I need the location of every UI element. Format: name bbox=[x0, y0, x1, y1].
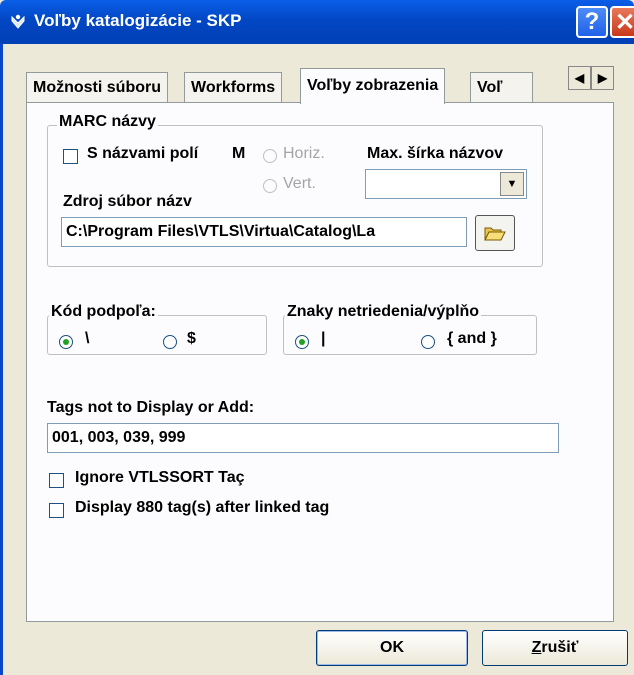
horiz-label: Horiz. bbox=[283, 145, 325, 162]
close-button[interactable]: ✕ bbox=[610, 6, 634, 38]
nonfiling-pipe-label: | bbox=[321, 330, 326, 347]
max-width-combo[interactable]: ▼ bbox=[365, 169, 527, 199]
display-880-checkbox[interactable] bbox=[49, 503, 64, 518]
horiz-radio[interactable] bbox=[263, 149, 277, 163]
window-title: Voľby katalogizácie - SKP bbox=[34, 11, 242, 30]
subfield-legend: Kód podpoľa: bbox=[49, 303, 158, 321]
display-880-label: Display 880 tag(s) after linked tag bbox=[75, 499, 330, 516]
folder-open-icon bbox=[484, 227, 506, 241]
app-icon bbox=[11, 14, 25, 29]
source-file-input[interactable]: C:\Program Files\VTLS\Virtua\Catalog\La bbox=[61, 217, 467, 247]
nonfiling-braces-radio[interactable] bbox=[421, 335, 435, 349]
nonfiling-legend: Znaky netriedenia/výplňo bbox=[285, 303, 482, 321]
tags-label: Tags not to Display or Add: bbox=[47, 399, 255, 416]
vert-radio[interactable] bbox=[263, 179, 277, 193]
chevron-down-icon[interactable]: ▼ bbox=[500, 172, 524, 196]
tab-more[interactable]: Voľ bbox=[470, 72, 533, 102]
vert-label: Vert. bbox=[283, 175, 316, 192]
field-names-checkbox[interactable] bbox=[63, 149, 78, 164]
ignore-sort-label: Ignore VTLSSORT Taç bbox=[75, 469, 245, 486]
tab-display-options[interactable]: Voľby zobrazenia bbox=[300, 68, 446, 104]
cancel-button[interactable]: Zrušiť bbox=[482, 630, 628, 666]
tab-panel: MARC názvy S názvami polí M Horiz. Vert.… bbox=[26, 102, 614, 622]
marc-group-legend: MARC názvy bbox=[57, 113, 158, 131]
max-width-label: Max. šírka názvov bbox=[367, 145, 504, 162]
nonfiling-pipe-radio[interactable] bbox=[295, 335, 309, 349]
help-button[interactable]: ? bbox=[576, 6, 608, 38]
title-bar[interactable]: Voľby katalogizácie - SKP ? ✕ bbox=[0, 0, 634, 44]
tab-scroll-buttons: ◀ ▶ bbox=[568, 66, 614, 90]
subfield-backslash-label: \ bbox=[85, 330, 90, 347]
cancel-mnemonic: Z bbox=[531, 639, 542, 656]
cancel-label: rušiť bbox=[541, 639, 579, 656]
subfield-dollar-label: $ bbox=[187, 330, 196, 347]
browse-button[interactable] bbox=[475, 215, 515, 251]
ignore-sort-checkbox[interactable] bbox=[49, 473, 64, 488]
tab-file-options[interactable]: Možnosti súboru bbox=[26, 72, 168, 102]
source-file-label: Zdroj súbor názv bbox=[63, 193, 192, 210]
tab-scroll-left-icon[interactable]: ◀ bbox=[568, 66, 591, 90]
tab-workforms[interactable]: Workforms bbox=[184, 72, 283, 102]
subfield-group bbox=[47, 315, 267, 355]
nonfiling-braces-label: { and } bbox=[447, 330, 497, 347]
tab-scroll-right-icon[interactable]: ▶ bbox=[591, 66, 614, 90]
field-names-overflow: M bbox=[232, 145, 246, 162]
subfield-backslash-radio[interactable] bbox=[59, 335, 73, 349]
field-names-label: S názvami polí bbox=[87, 145, 199, 162]
ok-button[interactable]: OK bbox=[316, 630, 468, 666]
tags-input[interactable]: 001, 003, 039, 999 bbox=[47, 423, 559, 453]
subfield-dollar-radio[interactable] bbox=[163, 335, 177, 349]
